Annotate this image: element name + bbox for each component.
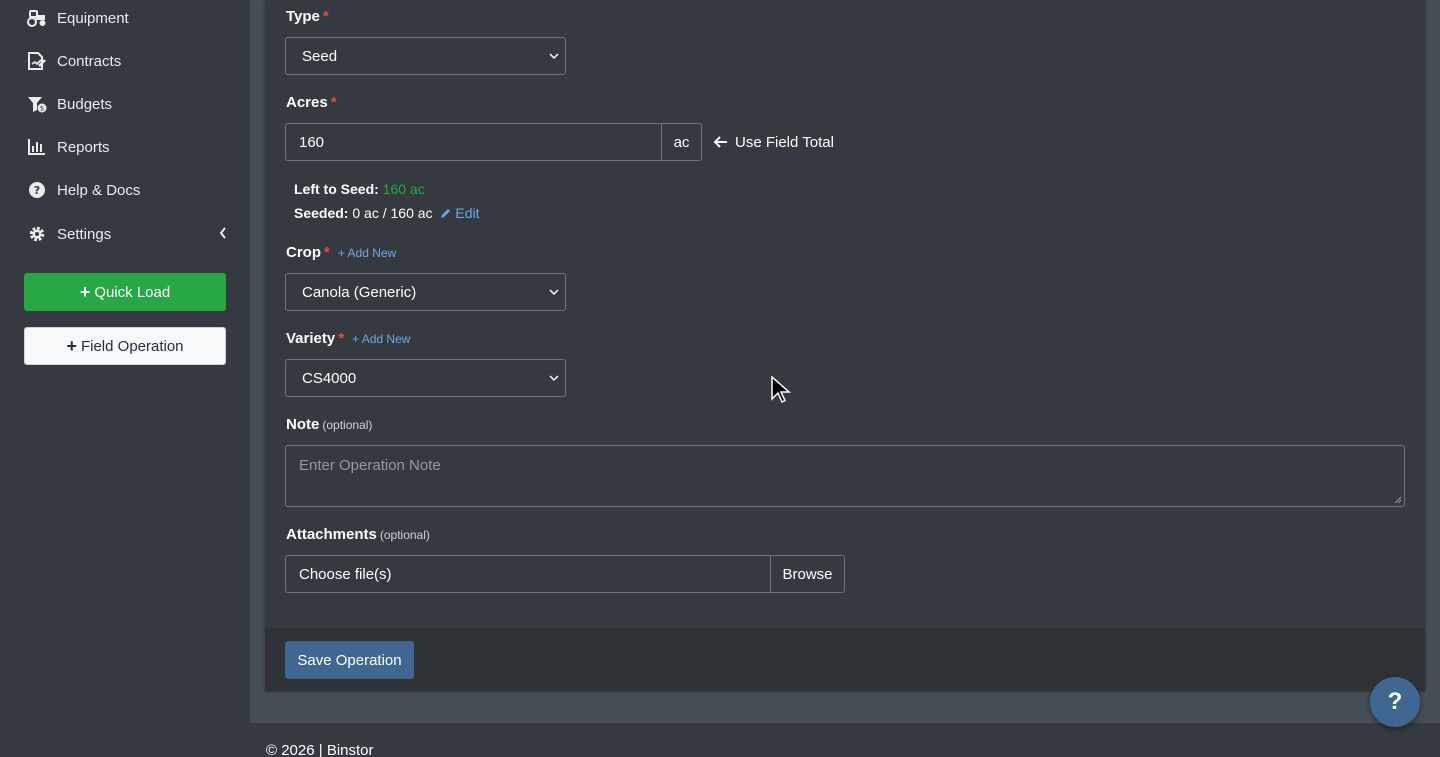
sidebar-item-label: Contracts (57, 52, 122, 70)
mouse-pointer-icon (771, 376, 791, 404)
use-field-total-link[interactable]: Use Field Total (713, 131, 834, 153)
note-label: Note (optional) (286, 416, 373, 433)
resize-handle-icon[interactable] (1394, 496, 1402, 504)
question-circle-icon: ? (26, 181, 48, 199)
edit-seeded-link[interactable]: Edit (440, 205, 480, 221)
chevron-down-icon (549, 289, 559, 296)
left-to-seed: Left to Seed: 160 ac (294, 181, 425, 197)
crop-label: Crop * + Add New (286, 244, 397, 261)
arrow-left-icon (713, 136, 727, 148)
required-marker: * (338, 330, 345, 347)
save-operation-button[interactable]: Save Operation (285, 641, 414, 679)
sidebar-item-equipment[interactable]: Equipment (0, 0, 250, 38)
card-footer (265, 628, 1425, 691)
chevron-left-icon[interactable] (218, 226, 228, 240)
svg-text:$: $ (40, 105, 44, 113)
tractor-icon (26, 9, 48, 27)
required-marker: * (324, 244, 330, 261)
type-label: Type * (286, 8, 329, 25)
chart-icon (26, 138, 48, 156)
acres-input[interactable]: 160 (285, 123, 662, 161)
help-button[interactable]: ? (1370, 677, 1420, 727)
required-marker: * (322, 8, 329, 25)
quick-load-label: Quick Load (94, 283, 171, 301)
sidebar-item-help-docs[interactable]: ? Help & Docs (0, 170, 250, 210)
field-operation-label: Field Operation (80, 337, 184, 355)
sidebar-item-reports[interactable]: Reports (0, 127, 250, 167)
variety-select[interactable]: CS4000 (285, 359, 566, 397)
chevron-down-icon (549, 53, 559, 60)
variety-label: Variety * + Add New (286, 330, 411, 347)
sidebar-item-label: Settings (57, 225, 112, 243)
note-placeholder: Enter Operation Note (299, 457, 441, 474)
sidebar-item-contracts[interactable]: Contracts (0, 41, 250, 81)
sidebar: Equipment Contracts $ Budgets Reports ? … (0, 0, 250, 757)
sidebar-item-label: Budgets (57, 95, 113, 113)
acres-unit: ac (661, 123, 702, 161)
acres-label: Acres * (286, 94, 337, 111)
field-operation-button[interactable]: + Field Operation (24, 327, 226, 365)
sidebar-item-settings[interactable]: Settings (0, 214, 250, 254)
seeded-value: 0 ac / 160 ac (352, 205, 433, 221)
pencil-icon (441, 209, 451, 218)
plus-icon: + (79, 282, 91, 302)
budget-icon: $ (26, 95, 48, 113)
browse-button[interactable]: Browse (770, 555, 845, 593)
contract-icon (26, 52, 48, 70)
plus-icon: + (66, 336, 77, 356)
left-to-seed-value: 160 ac (382, 181, 425, 197)
svg-text:?: ? (34, 184, 40, 197)
add-new-crop-link[interactable]: + Add New (338, 246, 396, 260)
chevron-down-icon (549, 375, 559, 382)
sidebar-item-label: Equipment (57, 9, 129, 27)
sidebar-item-budgets[interactable]: $ Budgets (0, 84, 250, 124)
page-footer (250, 723, 1440, 757)
quick-load-button[interactable]: + Quick Load (24, 273, 226, 311)
gear-icon (26, 225, 48, 243)
attachments-file-input[interactable]: Choose file(s) (285, 555, 771, 593)
type-select[interactable]: Seed (285, 37, 566, 75)
note-textarea[interactable]: Enter Operation Note (285, 445, 1405, 507)
seeded: Seeded: 0 ac / 160 ac Edit (294, 205, 480, 221)
attachments-label: Attachments (optional) (286, 526, 430, 543)
crop-select[interactable]: Canola (Generic) (285, 273, 566, 311)
sidebar-item-label: Help & Docs (57, 181, 141, 199)
footer-copyright: © 2026 | Binstor (266, 742, 374, 757)
add-new-variety-link[interactable]: + Add New (352, 332, 410, 346)
required-marker: * (330, 94, 337, 111)
sidebar-item-label: Reports (57, 138, 110, 156)
